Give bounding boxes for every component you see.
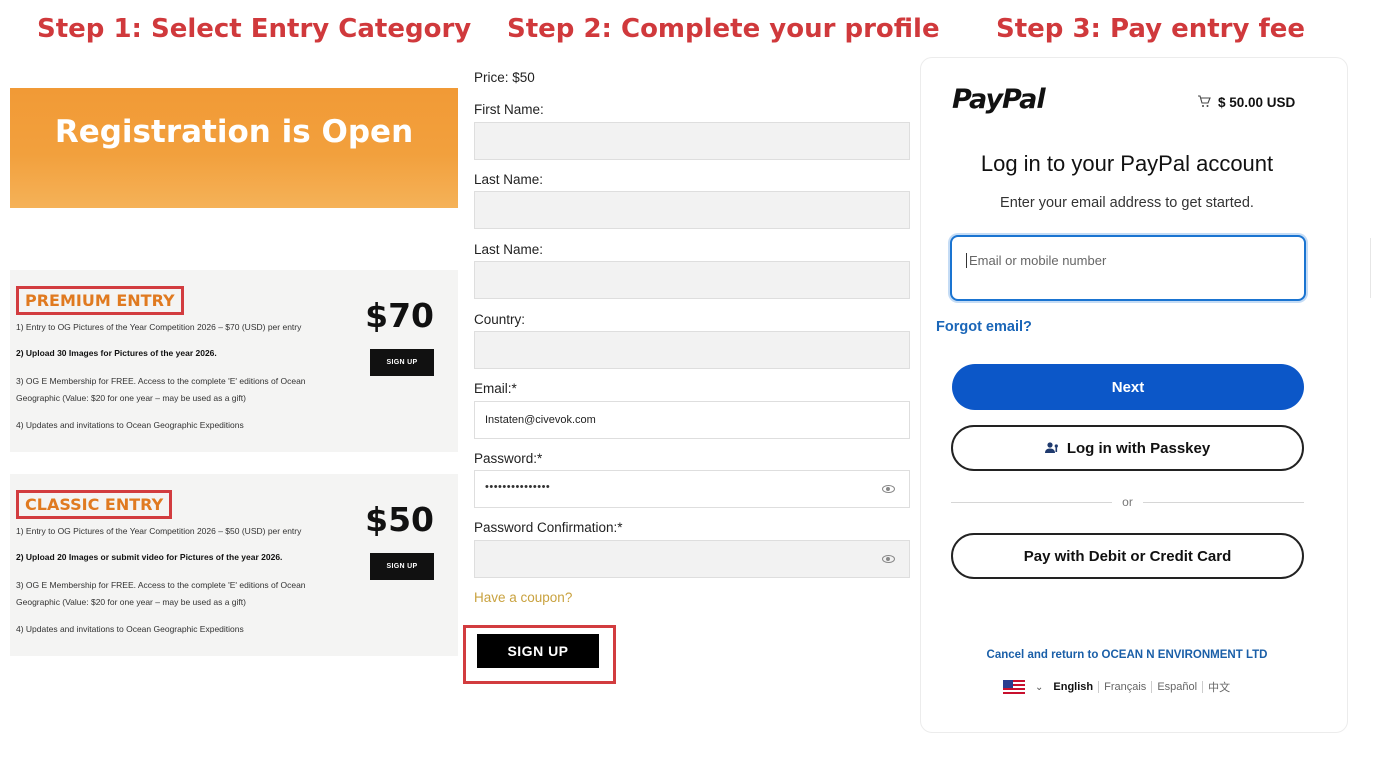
email-label: Email:*: [474, 381, 517, 396]
divider-line: [1142, 501, 1305, 503]
edge-divider: [1370, 238, 1378, 298]
language-spanish[interactable]: Español: [1157, 681, 1197, 693]
premium-signup-button[interactable]: SIGN UP: [370, 349, 434, 376]
classic-line-3: 3) OG E Membership for FREE. Access to t…: [16, 580, 306, 590]
email-input[interactable]: Instaten@civevok.com: [474, 401, 910, 439]
language-separator: [1151, 681, 1153, 693]
password-label: Password:*: [474, 451, 543, 466]
language-selector: ⌄ English Français Español 中文: [1003, 679, 1230, 695]
signup-highlight: SIGN UP: [463, 625, 616, 684]
divider-line: [951, 501, 1113, 503]
premium-line-2: 2) Upload 30 Images for Pictures of the …: [16, 348, 217, 358]
classic-signup-button[interactable]: SIGN UP: [370, 553, 434, 580]
language-french[interactable]: Français: [1104, 681, 1146, 693]
classic-entry-title: CLASSIC ENTRY: [16, 490, 173, 519]
last-name-input-2[interactable]: [474, 261, 910, 299]
premium-line-4: Geographic (Value: $20 for one year – ma…: [16, 393, 246, 403]
language-separator: [1098, 681, 1100, 693]
eye-icon[interactable]: [882, 485, 895, 493]
password-input[interactable]: •••••••••••••••: [474, 470, 910, 508]
premium-entry-card: PREMIUM ENTRY $70 SIGN UP 1) Entry to OG…: [10, 270, 458, 452]
classic-entry-price: $50: [365, 500, 434, 539]
classic-line-2: 2) Upload 20 Images or submit video for …: [16, 552, 283, 562]
first-name-input[interactable]: [474, 122, 910, 160]
registration-banner: Registration is Open: [10, 88, 458, 208]
language-separator: [1202, 681, 1204, 693]
signup-button[interactable]: SIGN UP: [477, 634, 599, 668]
passkey-icon: [1044, 442, 1058, 453]
premium-line-1: 1) Entry to OG Pictures of the Year Comp…: [16, 322, 302, 332]
premium-line-3: 3) OG E Membership for FREE. Access to t…: [16, 376, 306, 386]
classic-line-4: Geographic (Value: $20 for one year – ma…: [16, 597, 246, 607]
country-label: Country:: [474, 312, 526, 327]
login-title: Log in to your PayPal account: [980, 151, 1274, 176]
eye-icon[interactable]: [882, 555, 895, 563]
passkey-login-button[interactable]: Log in with Passkey: [951, 425, 1304, 471]
price-label: Price: $50: [474, 70, 535, 85]
cart-icon: [1198, 95, 1211, 107]
premium-entry-price: $70: [365, 296, 434, 335]
us-flag-icon[interactable]: [1003, 680, 1025, 694]
classic-line-1: 1) Entry to OG Pictures of the Year Comp…: [16, 526, 302, 536]
pay-with-card-button[interactable]: Pay with Debit or Credit Card: [951, 533, 1304, 579]
chevron-down-icon[interactable]: ⌄: [1035, 682, 1043, 693]
password-value: •••••••••••••••: [485, 481, 551, 493]
email-value: Instaten@civevok.com: [485, 414, 596, 426]
passkey-label: Log in with Passkey: [1066, 439, 1211, 457]
first-name-label: First Name:: [474, 102, 544, 117]
last-name-label-2: Last Name:: [474, 242, 544, 257]
or-text: or: [1122, 495, 1133, 509]
premium-line-5: 4) Updates and invitations to Ocean Geog…: [16, 420, 244, 430]
premium-entry-title: PREMIUM ENTRY: [16, 286, 184, 315]
login-subtitle: Enter your email address to get started.: [1000, 195, 1254, 211]
step-1-title: Step 1: Select Entry Category: [37, 14, 472, 44]
paypal-logo: PayPal: [952, 84, 1046, 115]
or-divider: or: [951, 494, 1305, 510]
last-name-input[interactable]: [474, 191, 910, 229]
forgot-email-link[interactable]: Forgot email?: [936, 319, 1032, 335]
cancel-and-return-link[interactable]: Cancel and return to OCEAN N ENVIRONMENT…: [921, 649, 1333, 661]
next-button[interactable]: Next: [952, 364, 1304, 410]
step-2-title: Step 2: Complete your profile: [507, 14, 940, 44]
paypal-login-panel: PayPal $ 50.00 USD Log in to your PayPal…: [920, 57, 1348, 733]
country-input[interactable]: [474, 331, 910, 369]
classic-entry-card: CLASSIC ENTRY $50 SIGN UP 1) Entry to OG…: [10, 474, 458, 656]
classic-line-5: 4) Updates and invitations to Ocean Geog…: [16, 624, 244, 634]
email-or-mobile-field[interactable]: [950, 235, 1306, 301]
step-3-title: Step 3: Pay entry fee: [996, 14, 1306, 44]
password-confirm-label: Password Confirmation:*: [474, 520, 623, 535]
password-confirm-input[interactable]: [474, 540, 910, 578]
last-name-label: Last Name:: [474, 172, 544, 187]
coupon-link[interactable]: Have a coupon?: [474, 590, 572, 605]
email-or-mobile-input[interactable]: [966, 253, 1286, 268]
language-chinese[interactable]: 中文: [1208, 679, 1230, 695]
cart-amount[interactable]: $ 50.00 USD: [1218, 95, 1295, 110]
banner-title: Registration is Open: [54, 114, 414, 150]
language-english[interactable]: English: [1053, 681, 1093, 693]
